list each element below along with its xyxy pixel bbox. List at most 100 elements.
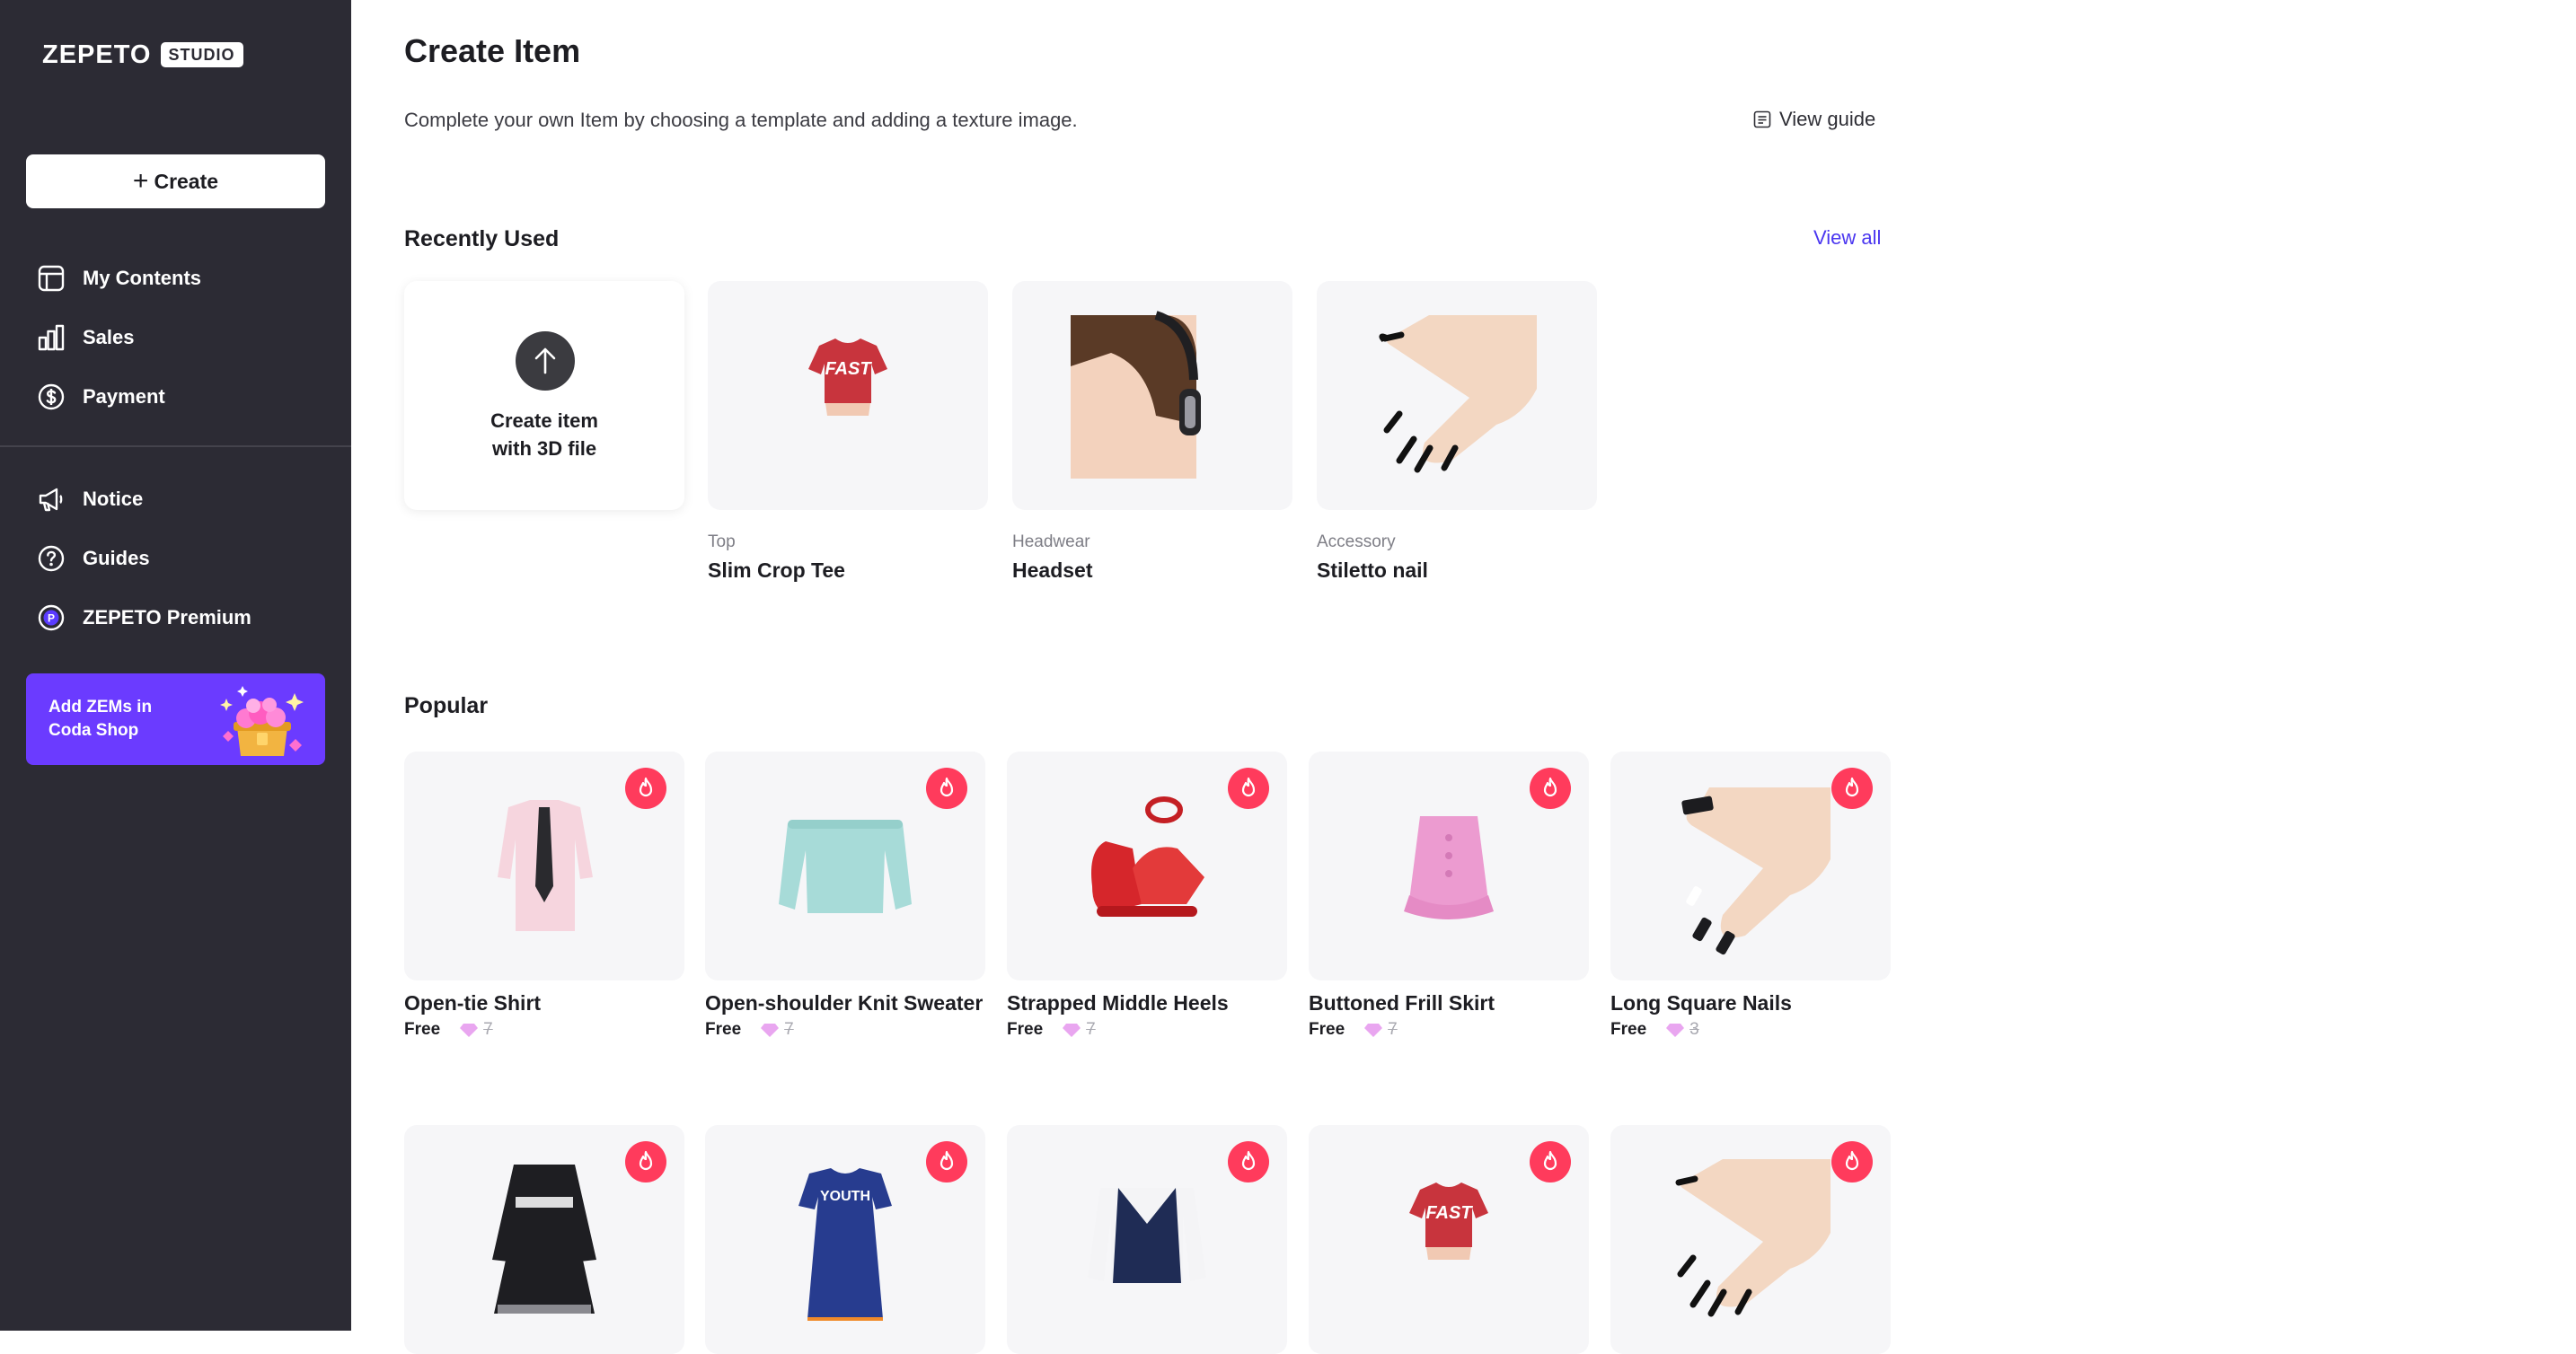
bar-chart-icon (38, 324, 65, 351)
hot-badge (1530, 768, 1571, 809)
sidebar-item-my-contents[interactable]: My Contents (37, 260, 201, 296)
create-item-3d-card[interactable]: Create item with 3D file (404, 281, 684, 510)
popular-item-card[interactable] (1610, 752, 1891, 980)
item-name: Long Square Nails (1610, 991, 1792, 1015)
fire-icon (1241, 1150, 1256, 1171)
item-name: Stiletto nail (1317, 558, 1428, 582)
sidebar: ZEPETO STUDIO + Create My Contents Sales… (0, 0, 351, 1331)
view-guide-label: View guide (1779, 108, 1876, 130)
popular-item-card[interactable]: FAST (1309, 1125, 1589, 1354)
price-label: Free (1610, 1020, 1647, 1039)
sidebar-item-label: Guides (83, 547, 150, 569)
treasure-chest-icon (220, 686, 304, 756)
item-name: Slim Crop Tee (708, 558, 845, 582)
document-icon (1753, 110, 1771, 128)
original-price: 7 (1086, 1020, 1096, 1039)
dollar-circle-icon (38, 383, 65, 410)
popular-item-card[interactable] (1007, 752, 1287, 980)
popular-item-card[interactable] (1309, 752, 1589, 980)
layout-icon (38, 265, 65, 292)
item-price: Free 7 (1309, 1020, 1398, 1040)
plus-icon: + (132, 166, 149, 196)
item-name: Buttoned Frill Skirt (1309, 991, 1495, 1015)
create-item-3d-line1: Create item (490, 409, 598, 432)
recent-item-card[interactable]: FAST (708, 281, 988, 510)
item-category: Headwear (1012, 532, 1090, 551)
hot-badge (1530, 1141, 1571, 1183)
price-label: Free (404, 1020, 441, 1039)
sidebar-divider (0, 445, 351, 447)
hot-badge (926, 768, 967, 809)
item-name: Open-tie Shirt (404, 991, 542, 1015)
item-price: Free 7 (404, 1020, 493, 1040)
popular-item-card[interactable] (705, 752, 985, 980)
sidebar-item-label: Sales (83, 326, 135, 348)
price-label: Free (705, 1020, 742, 1039)
hot-badge (1228, 1141, 1269, 1183)
zem-icon (1666, 1024, 1685, 1037)
hot-badge (1831, 768, 1873, 809)
fire-icon (1241, 777, 1256, 797)
recent-item-card[interactable] (1012, 281, 1292, 510)
recent-item-card[interactable] (1317, 281, 1597, 510)
fire-icon (1845, 1150, 1859, 1171)
zem-icon (761, 1024, 780, 1037)
create-item-3d-text: Create item with 3D file (404, 407, 684, 462)
item-price: Free 7 (705, 1020, 794, 1040)
original-price: 3 (1689, 1020, 1699, 1039)
item-name: Open-shoulder Knit Sweater (705, 991, 984, 1015)
hot-badge (625, 1141, 666, 1183)
zem-icon (1063, 1024, 1081, 1037)
fire-icon (1543, 777, 1557, 797)
view-guide-link[interactable]: View guide (1752, 108, 1875, 131)
page-subtitle: Complete your own Item by choosing a tem… (404, 109, 1078, 131)
svg-text:P: P (48, 612, 55, 625)
price-label: Free (1309, 1020, 1345, 1039)
sidebar-item-payment[interactable]: Payment (37, 379, 165, 415)
hot-badge (625, 768, 666, 809)
price-label: Free (1007, 1020, 1044, 1039)
fire-icon (639, 777, 653, 797)
sidebar-item-sales[interactable]: Sales (37, 320, 135, 356)
recently-used-title: Recently Used (404, 226, 560, 251)
popular-item-card[interactable] (1610, 1125, 1891, 1354)
original-price: 7 (483, 1020, 493, 1039)
sidebar-item-label: Payment (83, 385, 165, 408)
logo-word: ZEPETO (42, 40, 152, 69)
zem-icon (460, 1024, 479, 1037)
svg-text:YOUTH: YOUTH (820, 1189, 870, 1204)
banner-text: Add ZEMs in Coda Shop (49, 698, 153, 740)
sidebar-item-zepeto-premium[interactable]: P ZEPETO Premium (37, 600, 251, 636)
svg-text:FAST: FAST (1425, 1203, 1473, 1223)
popular-item-card[interactable]: YOUTH (705, 1125, 985, 1354)
create-button[interactable]: + Create (26, 154, 325, 208)
fire-icon (940, 1150, 954, 1171)
item-price: Free 3 (1610, 1020, 1699, 1040)
hot-badge (1228, 768, 1269, 809)
create-button-label: Create (154, 169, 219, 193)
logo-badge: STUDIO (160, 42, 243, 67)
popular-title: Popular (404, 693, 489, 718)
page-title: Create Item (404, 32, 581, 69)
sidebar-item-notice[interactable]: Notice (37, 481, 143, 517)
svg-text:FAST: FAST (825, 359, 872, 379)
zem-icon (1364, 1024, 1383, 1037)
fire-icon (1543, 1150, 1557, 1171)
sidebar-item-label: ZEPETO Premium (83, 606, 251, 629)
fire-icon (1845, 777, 1859, 797)
item-price: Free 7 (1007, 1020, 1096, 1040)
fire-icon (940, 777, 954, 797)
megaphone-icon (39, 488, 63, 512)
sidebar-item-guides[interactable]: Guides (37, 541, 150, 576)
popular-item-card[interactable] (404, 1125, 684, 1354)
fire-icon (639, 1150, 653, 1171)
zepeto-studio-logo[interactable]: ZEPETO STUDIO (42, 40, 243, 70)
upload-icon (516, 331, 575, 391)
hot-badge (926, 1141, 967, 1183)
popular-item-card[interactable] (404, 752, 684, 980)
original-price: 7 (784, 1020, 794, 1039)
add-zems-banner[interactable]: Add ZEMs in Coda Shop (26, 673, 325, 765)
popular-item-card[interactable] (1007, 1125, 1287, 1354)
item-name: Strapped Middle Heels (1007, 991, 1229, 1015)
view-all-link[interactable]: View all (1813, 226, 1881, 250)
